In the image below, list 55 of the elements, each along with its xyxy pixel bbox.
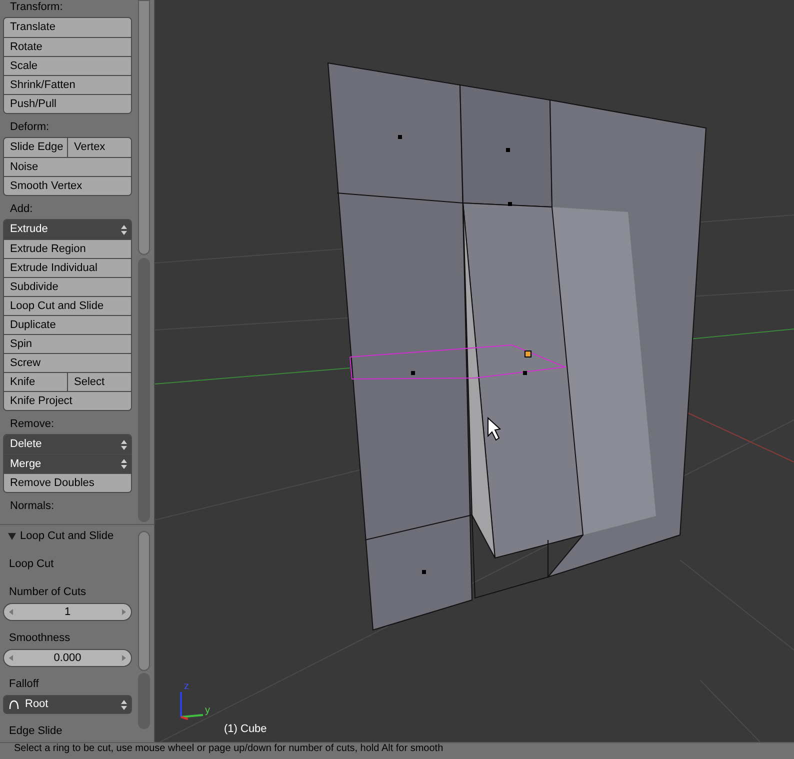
tool-button[interactable]: Vertex — [67, 138, 131, 157]
status-text: Select a ring to be cut, use mouse wheel or page up/down for number of cuts, hold Alt for smooth — [14, 743, 444, 755]
dropdown-button[interactable]: Merge — [4, 455, 131, 473]
tool-button[interactable]: Extrude Individual — [4, 259, 131, 277]
panel-header[interactable]: Loop Cut and Slide — [3, 525, 132, 547]
cursor-icon — [488, 416, 502, 441]
tool-button[interactable]: Translate — [4, 18, 131, 37]
scrollbar[interactable] — [138, 531, 150, 671]
tool-button[interactable]: Knife — [4, 373, 67, 391]
property-label: Falloff — [8, 678, 40, 691]
property-label: Number of Cuts — [8, 586, 88, 599]
tool-button[interactable]: Spin — [4, 335, 131, 353]
left-arrow-icon[interactable] — [9, 609, 13, 615]
axis-gizmo-icon — [180, 692, 204, 720]
dropdown-button[interactable]: Extrude — [4, 220, 131, 239]
right-arrow-icon[interactable] — [122, 655, 126, 661]
tool-button[interactable]: Subdivide — [4, 278, 131, 296]
property-label: Edge Slide — [8, 725, 64, 738]
curve-icon — [9, 700, 19, 709]
3d-viewport[interactable]: z y (1) Cube — [155, 0, 794, 742]
tool-button[interactable]: Duplicate — [4, 316, 131, 334]
tool-button[interactable]: Remove Doubles — [4, 474, 131, 492]
tool-button[interactable]: Rotate — [4, 38, 131, 56]
tool-button[interactable]: Loop Cut and Slide — [4, 297, 131, 315]
scrollbar[interactable] — [138, 0, 150, 255]
axis-label: z — [184, 682, 189, 692]
number-field[interactable]: 1 — [3, 603, 132, 621]
tool-button[interactable]: Select — [67, 373, 131, 391]
tool-button[interactable]: Scale — [4, 57, 131, 75]
updown-arrow-icon — [121, 700, 127, 710]
dropdown-button[interactable]: Root — [3, 695, 132, 714]
property-label: Loop Cut — [8, 558, 55, 571]
tool-button[interactable]: Screw — [4, 354, 131, 372]
tool-button[interactable]: Shrink/Fatten — [4, 76, 131, 94]
tool-button[interactable]: Slide Edge — [4, 138, 67, 157]
dropdown-button[interactable]: Delete — [4, 435, 131, 454]
tool-button[interactable]: Extrude Region — [4, 240, 131, 258]
updown-arrow-icon — [121, 459, 127, 469]
section-heading: Add: — [9, 203, 34, 216]
section-heading: Remove: — [9, 418, 56, 431]
section-heading: Normals: — [9, 500, 56, 513]
right-arrow-icon[interactable] — [122, 609, 126, 615]
tool-button[interactable]: Knife Project — [4, 392, 131, 410]
number-field[interactable]: 0.000 — [3, 649, 132, 667]
property-label: Smoothness — [8, 632, 72, 645]
left-arrow-icon[interactable] — [9, 655, 13, 661]
tool-button[interactable]: Smooth Vertex — [4, 177, 131, 195]
updown-arrow-icon — [121, 224, 127, 234]
section-heading: Transform: — [9, 1, 64, 14]
tool-button[interactable]: Push/Pull — [4, 95, 131, 113]
tool-button[interactable]: Noise — [4, 158, 131, 176]
section-heading: Deform: — [9, 121, 50, 134]
axis-label: y — [205, 706, 210, 716]
object-label: (1) Cube — [224, 724, 267, 735]
updown-arrow-icon — [121, 440, 127, 450]
